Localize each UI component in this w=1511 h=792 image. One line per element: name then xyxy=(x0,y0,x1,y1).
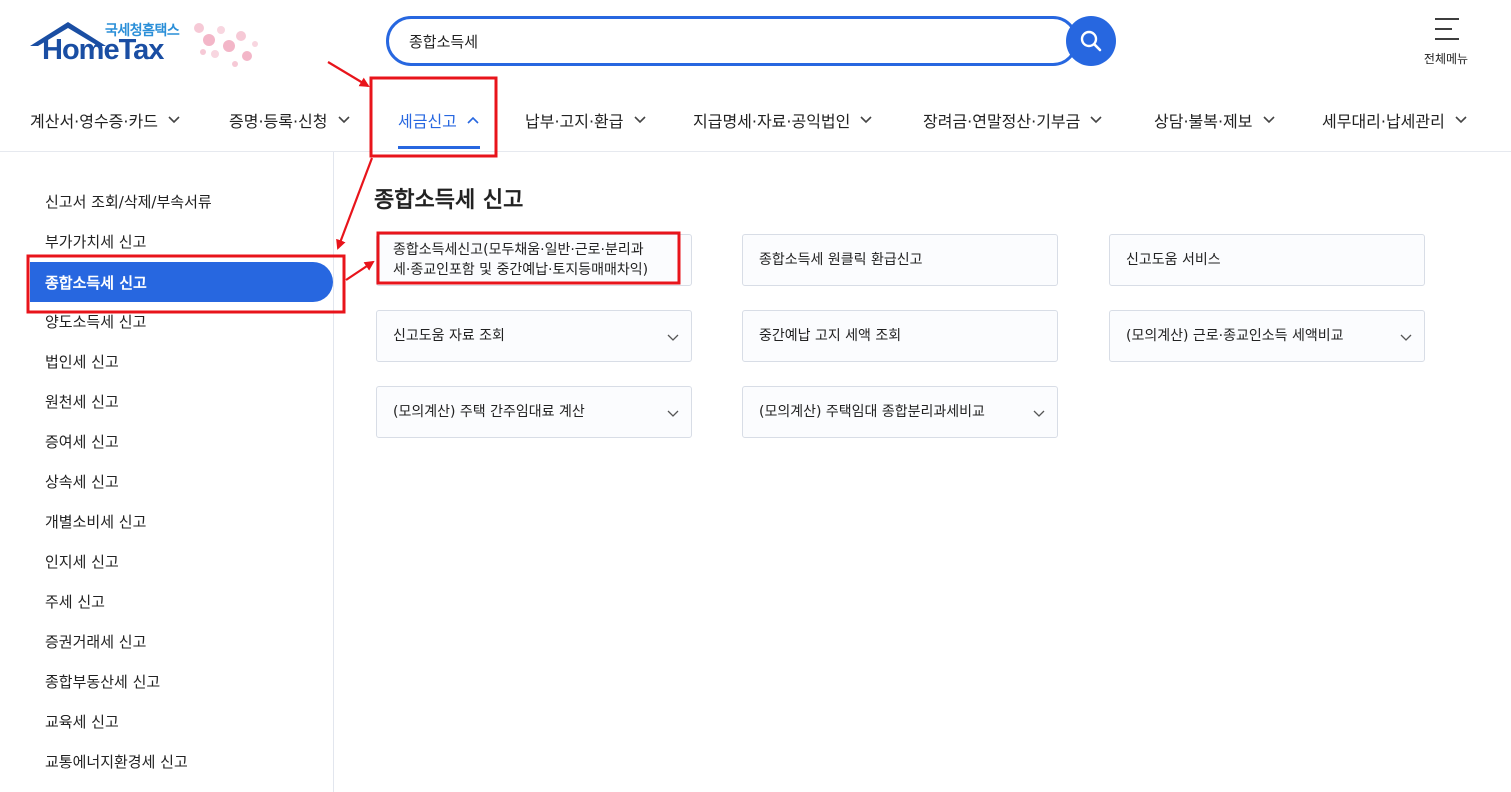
card-label: (모의계산) 주택 간주임대료 계산 xyxy=(393,404,585,420)
chevron-down-icon xyxy=(168,116,180,124)
sidebar-item-liquor[interactable]: 주세 신고 xyxy=(30,581,333,621)
gnb-item-label: 장려금·연말정산·기부금 xyxy=(923,112,1081,131)
card-one-click-refund[interactable]: 종합소득세 원클릭 환급신고 xyxy=(742,234,1058,286)
active-tab-indicator xyxy=(398,146,480,149)
card-label: 신고도움 자료 조회 xyxy=(393,328,505,344)
chevron-up-icon xyxy=(467,116,479,124)
card-interim-prepayment[interactable]: 중간예납 고지 세액 조회 xyxy=(742,310,1058,362)
sidebar-item-label: 종합소득세 신고 xyxy=(45,273,147,292)
chevron-down-icon xyxy=(667,410,679,417)
sidebar-item-label: 부가가치세 신고 xyxy=(45,232,147,251)
chevron-down-icon xyxy=(1400,334,1412,341)
gnb-item-label: 증명·등록·신청 xyxy=(229,112,328,131)
gnb-item-incentive[interactable]: 장려금·연말정산·기부금 xyxy=(923,98,1102,142)
all-menu-button[interactable]: 전체메뉴 xyxy=(1416,14,1476,70)
sidebar-item-label: 교통에너지환경세 신고 xyxy=(45,752,188,771)
gnb-item-invoice[interactable]: 계산서·영수증·카드 xyxy=(30,98,180,142)
gnb-item-consult[interactable]: 상담·불복·제보 xyxy=(1154,98,1275,142)
annotation-arrow-to-sidebar xyxy=(336,157,374,250)
sidebar-item-income-tax[interactable]: 종합소득세 신고 xyxy=(30,262,333,302)
gnb-item-agent[interactable]: 세무대리·납세관리 xyxy=(1322,98,1467,142)
gnb-item-label: 계산서·영수증·카드 xyxy=(30,112,158,131)
card-filing-help-data[interactable]: 신고도움 자료 조회 xyxy=(376,310,692,362)
sidebar-item-label: 증여세 신고 xyxy=(45,432,119,451)
card-label-line1: 종합소득세신고(모두채움·일반·근로·분리과 xyxy=(393,242,644,258)
page-title: 종합소득세 신고 xyxy=(374,188,524,213)
sidebar-item-return-lookup[interactable]: 신고서 조회/삭제/부속서류 xyxy=(30,181,333,221)
chevron-down-icon xyxy=(1455,116,1467,124)
annotation-arrow-to-tab xyxy=(327,61,370,88)
sidebar-item-withholding[interactable]: 원천세 신고 xyxy=(30,381,333,421)
sidebar-item-label: 상속세 신고 xyxy=(45,472,119,491)
gnb-item-label: 세금신고 xyxy=(398,112,457,131)
sidebar-item-capital-gains[interactable]: 양도소득세 신고 xyxy=(30,301,333,341)
chevron-down-icon xyxy=(1262,116,1275,124)
card-label: 종합소득세신고(모두채움·일반·근로·분리과 세·종교인포함 및 중간예납·토지… xyxy=(393,240,648,280)
card-label: (모의계산) 근로·종교인소득 세액비교 xyxy=(1126,328,1344,344)
sidebar-item-vat[interactable]: 부가가치세 신고 xyxy=(30,221,333,261)
gnb-item-label: 상담·불복·제보 xyxy=(1154,112,1253,131)
card-label-line2: 세·종교인포함 및 중간예납·토지등매매차익) xyxy=(393,262,649,278)
search-icon xyxy=(1080,30,1102,52)
card-label: 중간예납 고지 세액 조회 xyxy=(759,328,902,344)
hometax-logo[interactable]: 국세청홈택스 HomeTax xyxy=(30,14,270,74)
gnb-item-statement[interactable]: 지급명세·자료·공익법인 xyxy=(693,98,872,142)
card-label: 신고도움 서비스 xyxy=(1126,252,1221,268)
sidebar-item-corporate-tax[interactable]: 법인세 신고 xyxy=(30,341,333,381)
sidebar-item-real-estate[interactable]: 종합부동산세 신고 xyxy=(30,661,333,701)
card-mock-rental-compare[interactable]: (모의계산) 주택임대 종합분리과세비교 xyxy=(742,386,1058,438)
hamburger-icon xyxy=(1435,18,1459,40)
annotation-arrow-to-card xyxy=(345,260,375,281)
chevron-down-icon xyxy=(337,116,350,124)
gnb-item-label: 납부·고지·환급 xyxy=(525,112,624,131)
chevron-down-icon xyxy=(860,116,872,124)
chevron-down-icon xyxy=(667,334,679,341)
sidebar-item-label: 개별소비세 신고 xyxy=(45,512,147,531)
card-filing-help-service[interactable]: 신고도움 서비스 xyxy=(1109,234,1425,286)
sidebar-item-label: 원천세 신고 xyxy=(45,392,119,411)
sidebar-item-label: 신고서 조회/삭제/부속서류 xyxy=(45,192,212,211)
card-mock-wage-religious[interactable]: (모의계산) 근로·종교인소득 세액비교 xyxy=(1109,310,1425,362)
sidebar-item-excise[interactable]: 개별소비세 신고 xyxy=(30,501,333,541)
sidebar-item-label: 종합부동산세 신고 xyxy=(45,672,161,691)
card-income-tax-filing[interactable]: 종합소득세신고(모두채움·일반·근로·분리과 세·종교인포함 및 중간예납·토지… xyxy=(376,234,692,286)
sidebar-item-label: 법인세 신고 xyxy=(45,352,119,371)
sidebar-item-label: 교육세 신고 xyxy=(45,712,119,731)
gnb-item-certificate[interactable]: 증명·등록·신청 xyxy=(229,98,350,142)
sidebar-item-label: 주세 신고 xyxy=(45,592,105,611)
gnb-item-label: 지급명세·자료·공익법인 xyxy=(693,112,851,131)
sidebar-item-label: 인지세 신고 xyxy=(45,552,119,571)
sidebar-item-inheritance[interactable]: 상속세 신고 xyxy=(30,461,333,501)
gnb-item-tax-filing[interactable]: 세금신고 xyxy=(398,98,479,142)
sidebar-item-education[interactable]: 교육세 신고 xyxy=(30,701,333,741)
chevron-down-icon xyxy=(1033,410,1045,417)
search-bar xyxy=(386,16,1116,66)
all-menu-label: 전체메뉴 xyxy=(1423,52,1469,66)
search-button[interactable] xyxy=(1066,16,1116,66)
gnb-item-label: 세무대리·납세관리 xyxy=(1322,112,1445,131)
logo-title: HomeTax xyxy=(42,34,164,66)
main-navigation: 계산서·영수증·카드 증명·등록·신청 세금신고 납부·고지·환급 지급명세·자… xyxy=(0,88,1511,150)
sidebar-item-gift-tax[interactable]: 증여세 신고 xyxy=(30,421,333,461)
sidebar-item-stamp[interactable]: 인지세 신고 xyxy=(30,541,333,581)
search-input[interactable] xyxy=(386,16,1078,66)
sidebar-item-label: 증권거래세 신고 xyxy=(45,632,147,651)
card-label: (모의계산) 주택임대 종합분리과세비교 xyxy=(759,404,985,420)
sidebar-item-securities[interactable]: 증권거래세 신고 xyxy=(30,621,333,661)
card-label: 종합소득세 원클릭 환급신고 xyxy=(759,252,923,268)
chevron-down-icon xyxy=(1090,116,1102,124)
chevron-down-icon xyxy=(633,116,646,124)
sidebar-item-label: 양도소득세 신고 xyxy=(45,312,147,331)
card-mock-deemed-rent[interactable]: (모의계산) 주택 간주임대료 계산 xyxy=(376,386,692,438)
cherry-blossom-icon xyxy=(194,23,258,67)
sidebar-item-transport[interactable]: 교통에너지환경세 신고 xyxy=(30,741,333,781)
gnb-item-payment[interactable]: 납부·고지·환급 xyxy=(525,98,646,142)
